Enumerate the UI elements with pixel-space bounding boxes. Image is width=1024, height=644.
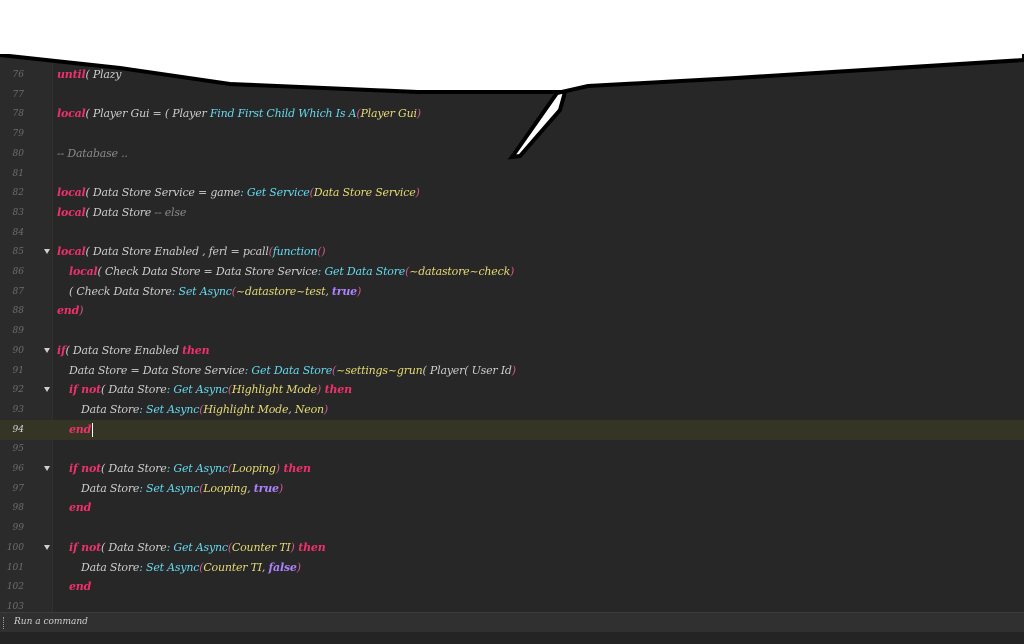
code-line[interactable]: 97 Data Store: Set Async(Looping, true) (0, 479, 1024, 499)
code-line[interactable]: 80 -- Database .. (0, 144, 1024, 164)
code-text: if( Data Store Enabled then (57, 343, 210, 357)
line-number: 89 (12, 326, 24, 337)
code-text: local( Data Store Enabled , ferl = pcall… (57, 245, 326, 259)
code-line[interactable]: 86 local( Check Data Store = Data Store S… (0, 262, 1024, 282)
line-number: 79 (12, 129, 24, 140)
line-number: 101 (6, 562, 24, 573)
line-number: 94 (12, 424, 24, 435)
line-number: 90 (12, 345, 24, 356)
fold-arrow-icon[interactable] (44, 466, 50, 471)
line-number: 87 (12, 286, 24, 297)
code-line[interactable]: 76 until( Plazy (0, 65, 1024, 85)
code-line[interactable]: 95 (0, 439, 1024, 459)
code-text: end (69, 422, 94, 437)
code-line[interactable]: 101 Data Store: Set Async(Counter TI, fal… (0, 558, 1024, 578)
line-number: 98 (12, 503, 24, 514)
fold-arrow-icon[interactable] (44, 347, 50, 353)
line-number: 84 (12, 227, 24, 238)
fold-arrow-icon[interactable] (44, 387, 50, 393)
line-number: 83 (12, 207, 24, 218)
code-line[interactable]: 91 Data Store = Data Store Service: Get D… (0, 361, 1024, 381)
code-line[interactable]: 96 if not( Data Store: Get Async(Looping)… (0, 459, 1024, 479)
code-line[interactable]: 77 (0, 85, 1024, 105)
code-text: if not( Data Store: Get Async(Highlight … (69, 383, 352, 397)
code-text: Data Store: Set Async(Highlight Mode, Ne… (81, 402, 328, 416)
line-number: 99 (12, 523, 24, 534)
line-number: 95 (12, 444, 24, 455)
line-number: 77 (12, 89, 24, 100)
line-number: 76 (12, 70, 24, 80)
code-line[interactable]: 83 local( Data Store -- else (0, 203, 1024, 223)
code-text: local( Data Store Service = game: Get Se… (57, 186, 420, 200)
code-text: local( Player Gui = ( Player Find First … (57, 107, 421, 121)
code-text: Data Store: Set Async(Looping, true) (81, 481, 283, 495)
code-text: local( Check Data Store = Data Store Ser… (69, 265, 515, 278)
screen: 76 until( Plazy 77 78 local( Player Gui = ( … (0, 0, 1024, 644)
code-line[interactable]: 79 (0, 124, 1024, 144)
code-line[interactable]: 102 end (0, 577, 1024, 597)
line-number: 97 (12, 483, 24, 494)
code-line[interactable]: 87 ( Check Data Store: Set Async(~datasto… (0, 282, 1024, 302)
code-line[interactable]: 82 local( Data Store Service = game: Get … (0, 183, 1024, 203)
code-line[interactable]: 84 (0, 223, 1024, 243)
code-text: end) (57, 304, 84, 318)
code-line[interactable]: 78 local( Player Gui = ( Player Find Firs… (0, 104, 1024, 124)
line-number: 91 (12, 365, 24, 376)
code-text: end (69, 580, 92, 594)
code-line[interactable]: 100 if not( Data Store: Get Async(Counter… (0, 538, 1024, 558)
fold-arrow-icon[interactable] (44, 249, 50, 255)
line-number: 92 (12, 385, 24, 396)
line-number: 85 (12, 247, 24, 258)
code-line[interactable]: 85 local( Data Store Enabled , ferl = pca… (0, 242, 1024, 262)
line-number: 100 (6, 542, 24, 553)
code-line[interactable]: 81 (0, 164, 1024, 184)
code-editor[interactable]: 76 until( Plazy 77 78 local( Player Gui = ( … (0, 0, 1024, 612)
code-text: local( Data Store -- else (57, 205, 187, 219)
code-line[interactable]: 93 Data Store: Set Async(Highlight Mode, … (0, 400, 1024, 420)
line-number: 93 (12, 404, 24, 415)
line-number: 80 (12, 148, 24, 159)
line-number: 86 (12, 267, 24, 277)
code-text: -- Database .. (57, 146, 128, 160)
fold-arrow-icon[interactable] (44, 544, 50, 550)
code-line[interactable]: 94 end (0, 419, 1024, 440)
code-text: Data Store = Data Store Service: Get Dat… (69, 363, 516, 377)
grip-handle-icon[interactable] (3, 617, 5, 629)
line-number: 96 (12, 464, 24, 474)
code-line[interactable]: 90 if( Data Store Enabled then (0, 341, 1024, 361)
line-number: 81 (12, 168, 24, 179)
code-text: Data Store: Set Async(Counter TI, false) (81, 560, 301, 574)
line-number: 82 (12, 188, 24, 199)
code-line[interactable]: 92 if not( Data Store: Get Async(Highligh… (0, 380, 1024, 400)
text-caret (92, 422, 94, 437)
code-text: if not( Data Store: Get Async(Looping) t… (69, 462, 311, 475)
code-text: end (69, 501, 92, 515)
line-number: 102 (6, 582, 24, 593)
status-bar: Run a command (0, 612, 1024, 632)
code-line[interactable]: 88 end) (0, 301, 1024, 321)
code-text: until( Plazy (57, 68, 122, 81)
code-line[interactable]: 99 (0, 518, 1024, 538)
code-text: if not( Data Store: Get Async(Counter TI… (69, 540, 326, 554)
code-line[interactable]: 98 end (0, 498, 1024, 518)
code-line[interactable]: 89 (0, 321, 1024, 341)
line-number: 88 (12, 306, 24, 317)
line-number: 78 (12, 109, 24, 120)
bottom-strip (0, 632, 1024, 644)
code-text: ( Check Data Store: Set Async(~datastore… (69, 284, 362, 298)
command-bar-input[interactable]: Run a command (14, 613, 88, 632)
